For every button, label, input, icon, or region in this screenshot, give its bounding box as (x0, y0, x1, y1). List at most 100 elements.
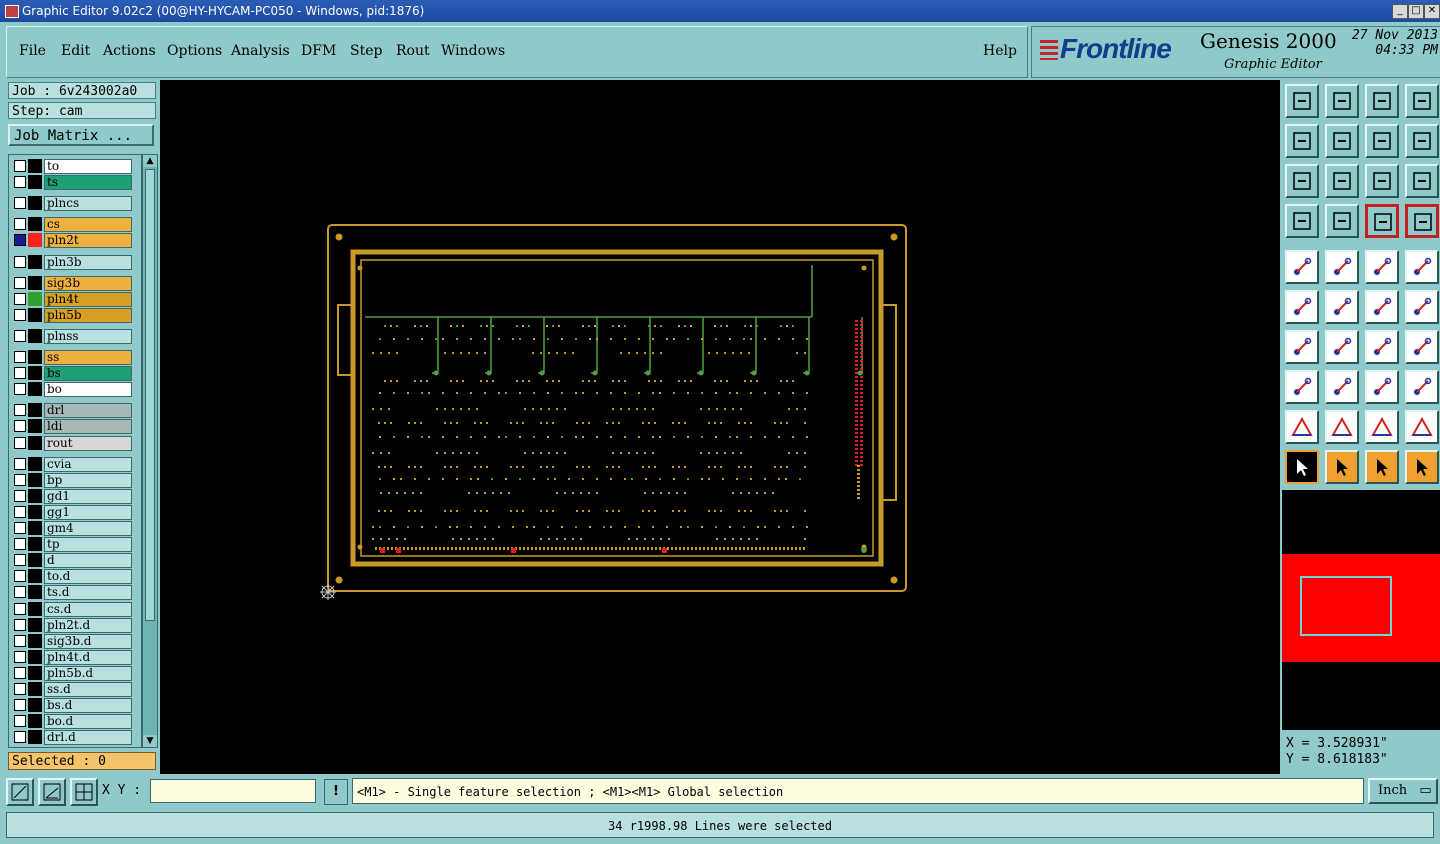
select-tool[interactable] (1285, 450, 1319, 484)
grid-button[interactable] (70, 778, 98, 806)
redraw-tool[interactable] (1405, 124, 1439, 158)
layer-checkbox[interactable] (14, 457, 26, 470)
layer-checkbox[interactable] (14, 489, 26, 502)
layer-affect-mark[interactable] (28, 366, 42, 381)
layer-name[interactable]: tp (44, 537, 132, 553)
layer-checkbox[interactable] (14, 666, 26, 679)
layer-row-to[interactable]: to (12, 159, 138, 174)
layer-flip-2-tool[interactable] (1405, 204, 1439, 238)
layer-checkbox[interactable] (14, 570, 26, 583)
layer-affect-mark[interactable] (28, 714, 42, 729)
layer-name[interactable]: gm4 (44, 521, 132, 536)
layer-row-rout[interactable]: rout (12, 435, 138, 451)
rotate-tool[interactable] (1365, 330, 1399, 364)
layer-scrollbar[interactable]: ▲ ▼ (142, 154, 158, 748)
layer-name[interactable]: pln2t (44, 233, 132, 249)
menu-help[interactable]: Help (983, 43, 1017, 59)
snap-button[interactable] (6, 778, 34, 806)
unit-selector[interactable]: Inch ▭ (1368, 778, 1438, 804)
layer-row-cvia[interactable]: cvia (12, 456, 138, 472)
layer-name[interactable]: sig3b.d (44, 633, 132, 649)
layer-row-pln4t-d[interactable]: pln4t.d (12, 649, 138, 665)
layer-checkbox[interactable] (14, 276, 26, 289)
layer-checkbox[interactable] (14, 586, 26, 599)
layer-name[interactable]: rout (44, 435, 132, 451)
horizontal-line-tool[interactable] (1325, 370, 1359, 404)
layer-name[interactable]: pln3b (44, 254, 132, 270)
layer-row-ts[interactable]: ts (12, 175, 138, 191)
layer-affect-mark[interactable] (28, 159, 42, 173)
menu-analysis[interactable]: Analysis (231, 43, 290, 59)
layer-affect-mark[interactable] (28, 419, 42, 434)
layer-checkbox[interactable] (14, 420, 26, 433)
layer-row-bp[interactable]: bp (12, 472, 138, 488)
layer-checkbox[interactable] (14, 602, 26, 615)
maximize-button[interactable]: □ (1408, 4, 1424, 19)
pan-left-tool[interactable] (1285, 124, 1319, 158)
layer-name[interactable]: ts.d (44, 585, 132, 601)
drill-tool[interactable] (1405, 250, 1439, 284)
layer-name[interactable]: ss (44, 350, 132, 365)
layer-name[interactable]: pln5b.d (44, 665, 132, 681)
layer-name[interactable]: pln4t (44, 291, 132, 307)
layer-checkbox[interactable] (14, 404, 26, 417)
layer-checkbox[interactable] (14, 650, 26, 663)
layer-checkbox[interactable] (14, 436, 26, 449)
layer-checkbox[interactable] (14, 329, 26, 342)
layer-row-sig3b-d[interactable]: sig3b.d (12, 633, 138, 649)
layer-row-gm4[interactable]: gm4 (12, 521, 138, 536)
layer-name[interactable]: ss.d (44, 682, 132, 697)
close-button[interactable]: ✕ (1424, 4, 1440, 19)
menu-file[interactable]: File (19, 43, 46, 59)
connect-tool[interactable] (1285, 290, 1319, 324)
layer-row-cs-d[interactable]: cs.d (12, 601, 138, 617)
menu-step[interactable]: Step (350, 43, 382, 59)
select-3-tool[interactable] (1365, 450, 1399, 484)
ruler-tool[interactable] (1365, 250, 1399, 284)
layer-row-sig3b[interactable]: sig3b (12, 275, 138, 291)
layer-name[interactable]: to (44, 159, 132, 174)
layer-checkbox[interactable] (14, 367, 26, 380)
layer-name[interactable]: bo (44, 382, 132, 398)
layer-affect-mark[interactable] (28, 730, 42, 745)
layer-name[interactable]: ts (44, 175, 132, 191)
grid-tool[interactable] (1325, 204, 1359, 238)
layer-row-cs[interactable]: cs (12, 217, 138, 233)
layer-flip-tool[interactable] (1365, 204, 1399, 238)
layer-row-pln2t[interactable]: pln2t (12, 233, 138, 249)
layer-affect-mark[interactable] (28, 382, 42, 397)
layer-checkbox[interactable] (14, 160, 26, 172)
layer-checkbox[interactable] (14, 176, 26, 189)
layer-name[interactable]: drl.d (44, 730, 132, 746)
zoom-1-1-tool[interactable] (1365, 164, 1399, 198)
layer-row-pln3b[interactable]: pln3b (12, 254, 138, 270)
layer-affect-mark[interactable] (28, 472, 42, 487)
copy-tool[interactable] (1405, 290, 1439, 324)
triangle-2-tool[interactable] (1325, 410, 1359, 444)
layer-row-pln2t-d[interactable]: pln2t.d (12, 617, 138, 633)
layer-affect-mark[interactable] (28, 521, 42, 535)
layer-affect-mark[interactable] (28, 682, 42, 696)
shapes-tool[interactable] (1405, 370, 1439, 404)
layer-row-tp[interactable]: tp (12, 537, 138, 553)
layer-name[interactable]: gg1 (44, 504, 132, 520)
pcb-drawing[interactable] (160, 80, 1280, 774)
layer-name[interactable]: cvia (44, 456, 132, 472)
layer-affect-mark[interactable] (28, 665, 42, 680)
layer-checkbox[interactable] (14, 731, 26, 744)
layer-name[interactable]: pln4t.d (44, 649, 132, 665)
layer-affect-mark[interactable] (28, 456, 42, 471)
triangle-4-tool[interactable] (1405, 410, 1439, 444)
measure-tool[interactable] (1285, 204, 1319, 238)
layer-row-bs-d[interactable]: bs.d (12, 698, 138, 714)
layer-row-gd1[interactable]: gd1 (12, 488, 138, 504)
layer-checkbox[interactable] (14, 234, 26, 247)
layer-name[interactable]: pln2t.d (44, 617, 132, 633)
overview-map[interactable] (1282, 490, 1440, 730)
layer-row-to-d[interactable]: to.d (12, 569, 138, 585)
layer-checkbox[interactable] (14, 554, 26, 567)
layer-affect-mark[interactable] (28, 601, 42, 616)
layer-affect-mark[interactable] (28, 698, 42, 713)
layer-name[interactable]: bs.d (44, 698, 132, 714)
layer-row-pln5b[interactable]: pln5b (12, 307, 138, 323)
